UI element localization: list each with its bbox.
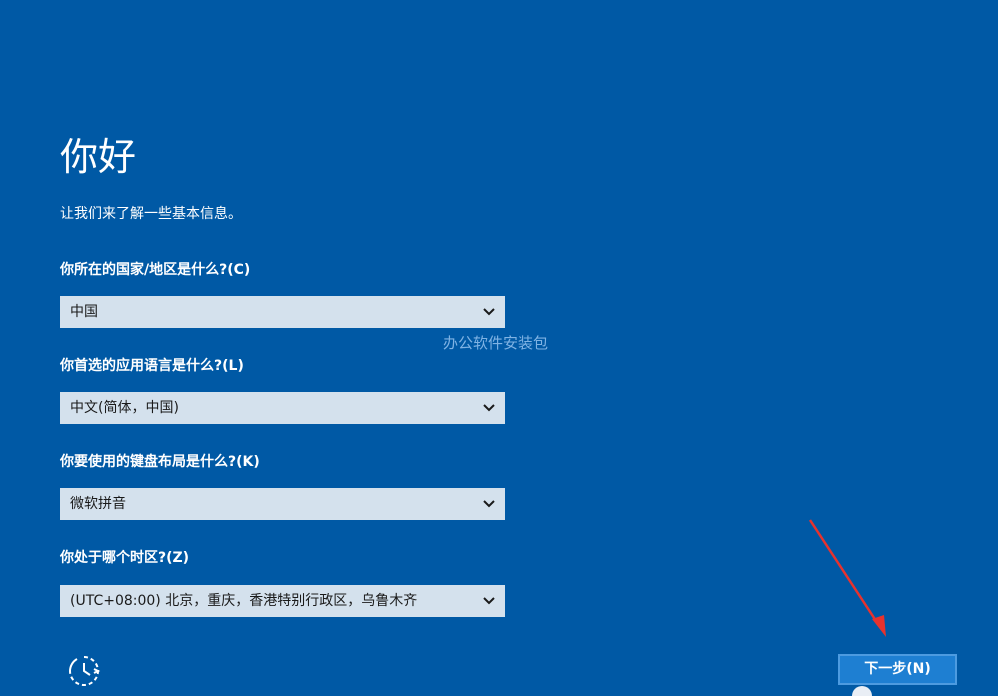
chevron-down-icon [483,404,495,412]
chevron-down-icon [483,597,495,605]
language-label: 你首选的应用语言是什么?(L) [60,358,244,374]
language-value: 中文(简体，中国) [70,400,179,416]
next-button[interactable]: 下一步(N) [838,654,957,685]
language-select[interactable]: 中文(简体，中国) [60,392,505,424]
country-value: 中国 [70,304,98,320]
page-title: 你好 [60,135,137,179]
timezone-label: 你处于哪个时区?(Z) [60,550,190,566]
accessibility-icon[interactable] [65,653,103,689]
country-label: 你所在的国家/地区是什么?(C) [60,262,251,278]
chevron-down-icon [483,500,495,508]
country-select[interactable]: 中国 [60,296,505,328]
annotation-arrow [808,519,886,637]
page-subtitle: 让我们来了解一些基本信息。 [60,206,242,222]
cursor-indicator [852,686,872,696]
keyboard-select[interactable]: 微软拼音 [60,488,505,520]
timezone-select[interactable]: (UTC+08:00) 北京，重庆，香港特别行政区，乌鲁木齐 [60,585,505,617]
watermark-text: 办公软件安装包 [443,334,549,352]
chevron-down-icon [483,308,495,316]
keyboard-label: 你要使用的键盘布局是什么?(K) [60,454,260,470]
keyboard-value: 微软拼音 [70,496,126,512]
timezone-value: (UTC+08:00) 北京，重庆，香港特别行政区，乌鲁木齐 [70,593,418,609]
